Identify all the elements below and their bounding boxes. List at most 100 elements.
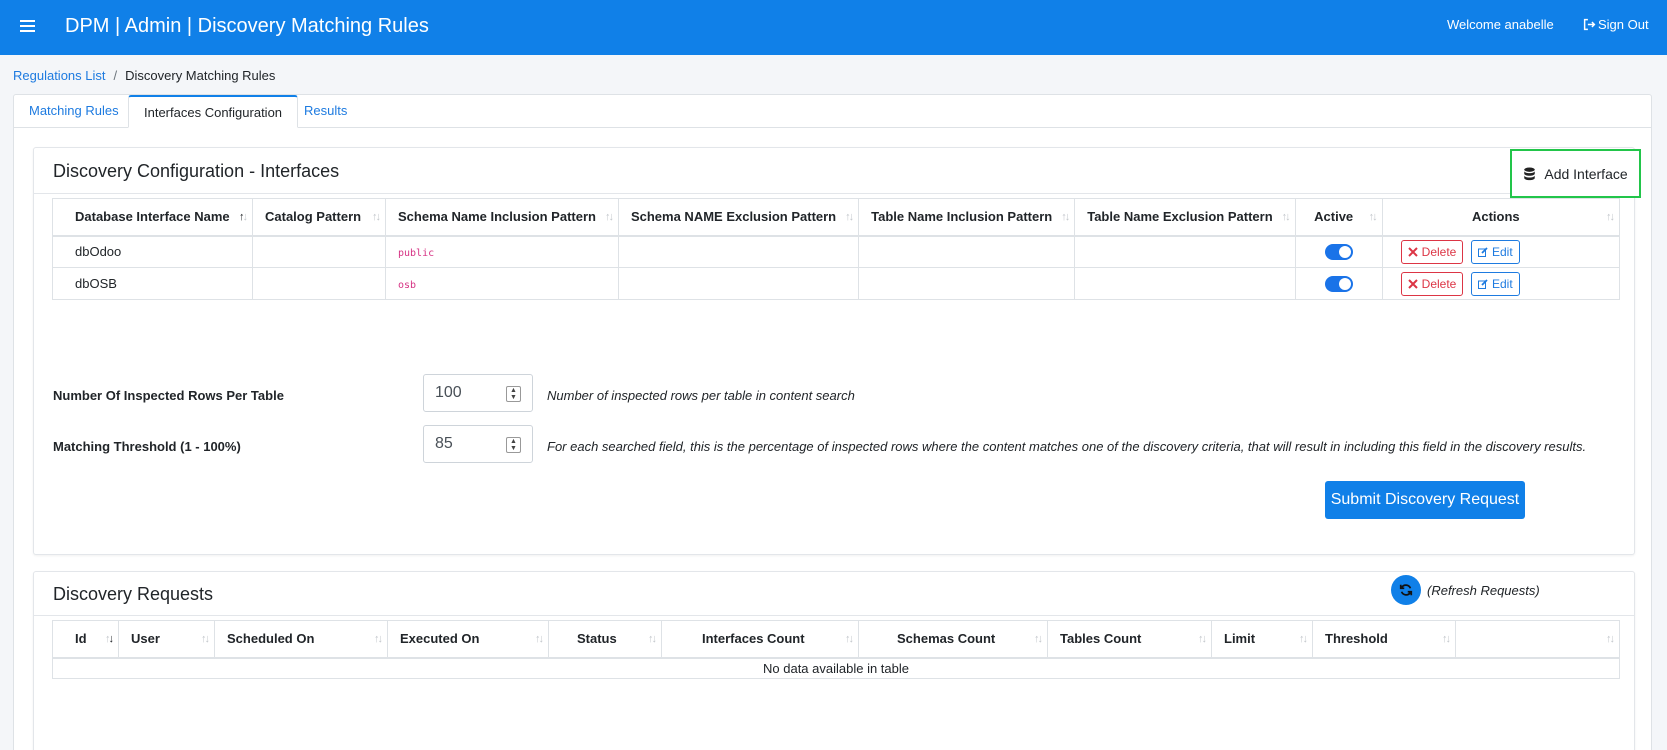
sort-icon: ↑↓ bbox=[372, 211, 381, 223]
active-cell bbox=[1294, 267, 1383, 300]
active-cell bbox=[1294, 235, 1383, 268]
tab-results[interactable]: Results bbox=[289, 95, 362, 128]
delete-button[interactable]: Delete bbox=[1400, 239, 1464, 264]
col-active[interactable]: Active ↑↓ bbox=[1294, 198, 1383, 237]
col-schema-inclusion[interactable]: Schema Name Inclusion Pattern ↑↓ bbox=[385, 198, 619, 237]
sort-icon: ↑↓ bbox=[1281, 211, 1291, 223]
col-tables-count[interactable]: Tables Count ↑↓ bbox=[1047, 620, 1212, 659]
sort-icon: ↑↓ bbox=[1061, 211, 1070, 223]
sort-icon: ↑↓ bbox=[201, 633, 210, 645]
col-id[interactable]: Id ↑↓ bbox=[52, 620, 119, 659]
col-database-interface-name[interactable]: Database Interface Name ↑↓ bbox=[52, 198, 253, 237]
tab-interfaces-configuration[interactable]: Interfaces Configuration bbox=[128, 95, 299, 128]
number-spinner[interactable]: ▲ ▼ bbox=[506, 386, 521, 402]
interfaces-title: Discovery Configuration - Interfaces bbox=[53, 161, 340, 181]
top-navbar: DPM | Admin | Discovery Matching Rules W… bbox=[0, 0, 1667, 55]
inspected-rows-field[interactable]: ▲▼ bbox=[423, 374, 533, 412]
requests-card: Discovery Requests (Refresh Requests) Id… bbox=[33, 571, 1635, 750]
inspected-rows-input[interactable] bbox=[435, 384, 505, 402]
table-exclusion bbox=[1074, 235, 1296, 268]
actions-cell: Delete Edit bbox=[1381, 267, 1621, 300]
refresh-requests: (Refresh Requests) bbox=[1391, 575, 1540, 605]
schema-exclusion bbox=[617, 235, 860, 268]
catalog-pattern bbox=[252, 235, 386, 268]
empty-message: No data available in table bbox=[52, 657, 1620, 679]
requests-card-header: Discovery Requests (Refresh Requests) bbox=[34, 572, 1634, 616]
col-status[interactable]: Status ↑↓ bbox=[548, 620, 662, 659]
threshold-field[interactable]: ▲▼ bbox=[423, 425, 533, 463]
interface-name: dbOdoo bbox=[52, 235, 253, 268]
main-panel: Matching Rules Interfaces Configuration … bbox=[13, 94, 1652, 750]
sort-icon: ↑↓ bbox=[845, 633, 854, 645]
breadcrumb-regulations-list[interactable]: Regulations List bbox=[13, 68, 106, 83]
sort-icon: ↑↓ bbox=[845, 211, 854, 223]
sort-icon: ↑↓ bbox=[535, 633, 544, 645]
col-interfaces-count[interactable]: Interfaces Count ↑↓ bbox=[661, 620, 859, 659]
table-row: No data available in table bbox=[52, 657, 1620, 679]
col-limit[interactable]: Limit ↑↓ bbox=[1211, 620, 1313, 659]
sign-out-icon bbox=[1583, 18, 1596, 31]
threshold-label: Matching Threshold (1 - 100%) bbox=[53, 439, 241, 454]
threshold-input[interactable] bbox=[435, 435, 505, 453]
col-actions[interactable]: Actions ↑↓ bbox=[1381, 198, 1621, 237]
sort-icon: ↑↓ bbox=[1442, 633, 1451, 645]
sign-out-label: Sign Out bbox=[1598, 17, 1649, 32]
table-row: dbOdoo public Delete Edit bbox=[52, 235, 1621, 268]
sort-icon: ↑↓ bbox=[604, 211, 614, 223]
col-actions[interactable]: ↑↓ bbox=[1455, 620, 1620, 659]
sort-icon: ↑↓ bbox=[105, 633, 114, 645]
tab-bar: Matching Rules Interfaces Configuration … bbox=[14, 95, 1651, 128]
schema-inclusion: public bbox=[385, 235, 619, 268]
database-icon bbox=[1524, 166, 1536, 180]
number-spinner[interactable]: ▲ ▼ bbox=[506, 437, 521, 453]
interfaces-card: Discovery Configuration - Interfaces Add… bbox=[33, 147, 1641, 555]
edit-button[interactable]: Edit bbox=[1470, 239, 1520, 264]
interface-name: dbOSB bbox=[52, 267, 253, 300]
col-table-exclusion[interactable]: Table Name Exclusion Pattern ↑↓ bbox=[1074, 198, 1296, 237]
schema-exclusion bbox=[617, 267, 860, 300]
requests-title: Discovery Requests bbox=[53, 584, 214, 604]
edit-icon bbox=[1477, 247, 1488, 257]
col-executed-on[interactable]: Executed On ↑↓ bbox=[387, 620, 549, 659]
sort-icon: ↑↓ bbox=[1198, 633, 1207, 645]
col-schema-exclusion[interactable]: Schema NAME Exclusion Pattern ↑↓ bbox=[617, 198, 860, 237]
submit-discovery-button[interactable]: Submit Discovery Request bbox=[1325, 481, 1525, 519]
add-interface-button[interactable]: Add Interface bbox=[1510, 149, 1641, 198]
breadcrumb-separator: / bbox=[113, 68, 118, 83]
inspected-rows-label: Number Of Inspected Rows Per Table bbox=[53, 388, 284, 403]
menu-icon[interactable] bbox=[20, 17, 35, 35]
col-threshold[interactable]: Threshold ↑↓ bbox=[1312, 620, 1456, 659]
col-schemas-count[interactable]: Schemas Count ↑↓ bbox=[858, 620, 1048, 659]
col-catalog-pattern[interactable]: Catalog Pattern ↑↓ bbox=[252, 198, 386, 237]
active-toggle[interactable] bbox=[1324, 275, 1353, 292]
sign-out-link[interactable]: Sign Out bbox=[1583, 17, 1649, 32]
active-toggle[interactable] bbox=[1324, 244, 1353, 261]
delete-button[interactable]: Delete bbox=[1400, 271, 1464, 296]
sort-icon: ↑↓ bbox=[1606, 633, 1615, 645]
close-icon bbox=[1407, 278, 1418, 289]
requests-table: Id ↑↓ User ↑↓ Scheduled On ↑↓ Executed On ↑↓… bbox=[52, 620, 1620, 679]
table-inclusion bbox=[858, 235, 1076, 268]
sort-icon: ↑↓ bbox=[1368, 211, 1378, 223]
threshold-help: For each searched field, this is the per… bbox=[547, 439, 1587, 454]
interfaces-card-header: Discovery Configuration - Interfaces Add… bbox=[34, 148, 1641, 198]
refresh-button[interactable] bbox=[1391, 575, 1421, 605]
schema-inclusion: osb bbox=[385, 267, 619, 300]
col-scheduled-on[interactable]: Scheduled On ↑↓ bbox=[214, 620, 388, 659]
inspected-rows-help: Number of inspected rows per table in co… bbox=[547, 388, 855, 403]
add-interface-label: Add Interface bbox=[1544, 165, 1628, 182]
col-table-inclusion[interactable]: Table Name Inclusion Pattern ↑↓ bbox=[858, 198, 1076, 237]
refresh-label: (Refresh Requests) bbox=[1427, 582, 1540, 598]
catalog-pattern bbox=[252, 267, 386, 300]
col-user[interactable]: User ↑↓ bbox=[118, 620, 215, 659]
app-title: DPM | Admin | Discovery Matching Rules bbox=[65, 15, 429, 37]
sort-icon: ↑↓ bbox=[1034, 633, 1043, 645]
sort-icon: ↑↓ bbox=[239, 211, 248, 223]
sort-icon: ↑↓ bbox=[648, 633, 657, 645]
sort-icon: ↑↓ bbox=[1606, 211, 1615, 223]
refresh-icon bbox=[1399, 584, 1413, 596]
table-inclusion bbox=[858, 267, 1076, 300]
edit-button[interactable]: Edit bbox=[1470, 271, 1520, 296]
tab-matching-rules[interactable]: Matching Rules bbox=[14, 95, 134, 128]
breadcrumb: Regulations List / Discovery Matching Ru… bbox=[13, 68, 275, 83]
